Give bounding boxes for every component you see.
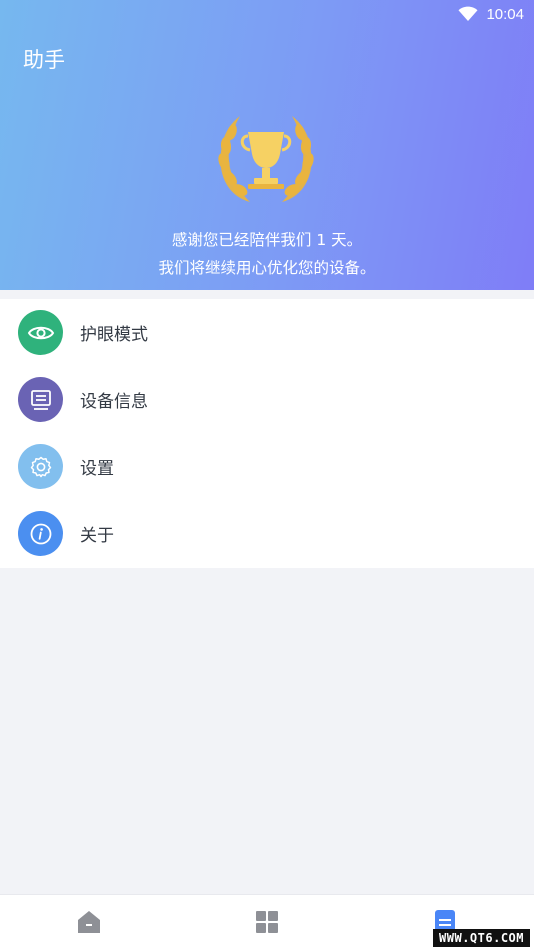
nav-home[interactable]: [74, 907, 104, 937]
menu-item-label: 关于: [80, 526, 114, 546]
page-title: 助手: [23, 48, 65, 72]
trophy-laurel-icon: [218, 116, 314, 202]
device-info-icon: [18, 377, 63, 422]
nav-apps[interactable]: [252, 907, 282, 937]
thanks-message: 感谢您已经陪伴我们 1 天。 我们将继续用心优化您的设备。: [0, 226, 534, 282]
info-icon: [18, 511, 63, 556]
wifi-icon: [458, 6, 478, 21]
menu-item-label: 设置: [80, 459, 114, 479]
grid-icon: [256, 911, 278, 933]
status-time: 10:04: [486, 5, 524, 23]
thanks-message-line1: 感谢您已经陪伴我们 1 天。: [171, 231, 363, 249]
menu-item-about[interactable]: 关于: [0, 500, 534, 567]
eye-icon: [18, 310, 63, 355]
bottom-nav: WWW.QT6.COM: [0, 894, 534, 949]
menu-list: 护眼模式 设备信息 设置 关于: [0, 299, 534, 568]
menu-item-device-info[interactable]: 设备信息: [0, 366, 534, 433]
header-banner: 10:04 助手 感谢您已经陪伴我们 1 天。 我们将继续用心优化您的设备。: [0, 0, 534, 290]
menu-item-settings[interactable]: 设置: [0, 433, 534, 500]
gear-icon: [18, 444, 63, 489]
watermark: WWW.QT6.COM: [433, 929, 530, 947]
menu-item-label: 护眼模式: [80, 325, 148, 345]
status-bar: 10:04: [458, 0, 524, 28]
menu-item-label: 设备信息: [80, 392, 148, 412]
thanks-message-line2: 我们将继续用心优化您的设备。: [158, 259, 376, 277]
home-icon: [78, 911, 100, 933]
menu-item-eye-protection[interactable]: 护眼模式: [0, 299, 534, 366]
